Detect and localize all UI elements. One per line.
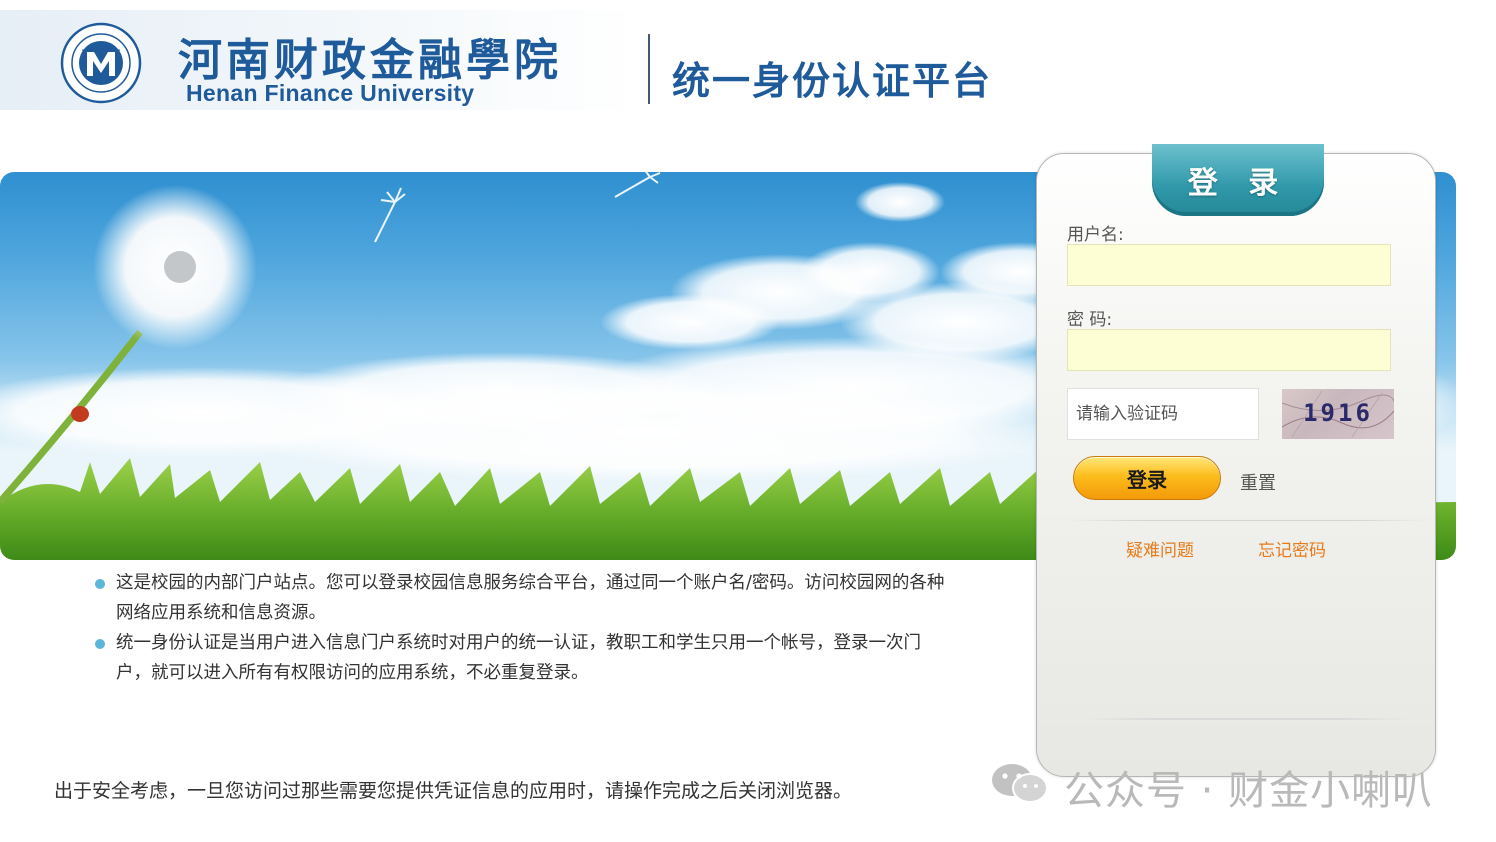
info-item: 这是校园的内部门户站点。您可以登录校园信息服务综合平台，通过同一个账户名/密码。… bbox=[90, 568, 950, 628]
captcha-input[interactable] bbox=[1067, 388, 1259, 440]
panel-divider bbox=[1068, 520, 1428, 521]
reset-link[interactable]: 重置 bbox=[1240, 469, 1276, 495]
school-name-cn: 河南财政金融學院 bbox=[178, 35, 562, 86]
school-logo-icon bbox=[60, 22, 142, 104]
info-item: 统一身份认证是当用户进入信息门户系统时对用户的统一认证，教职工和学生只用一个帐号… bbox=[90, 628, 950, 688]
username-label: 用户名: bbox=[1067, 225, 1124, 245]
forgot-password-link[interactable]: 忘记密码 bbox=[1258, 536, 1326, 561]
bullet-dot-icon bbox=[95, 639, 105, 649]
bullet-dot-icon bbox=[95, 579, 105, 589]
password-label: 密 码: bbox=[1067, 310, 1113, 330]
help-link[interactable]: 疑难问题 bbox=[1126, 536, 1194, 561]
watermark-text: 公众号 · 财金小喇叭 bbox=[1064, 768, 1434, 814]
header-divider bbox=[648, 34, 650, 104]
info-item-text: 统一身份认证是当用户进入信息门户系统时对用户的统一认证，教职工和学生只用一个帐号… bbox=[116, 633, 921, 683]
login-button[interactable]: 登录 bbox=[1073, 456, 1221, 500]
security-note: 出于安全考虑，一旦您访问过那些需要您提供凭证信息的应用时，请操作完成之后关闭浏览… bbox=[54, 780, 853, 802]
page-header: 河南财政金融學院 Henan Finance University 统一身份认证… bbox=[0, 0, 1496, 130]
info-list: 这是校园的内部门户站点。您可以登录校园信息服务综合平台，通过同一个账户名/密码。… bbox=[90, 568, 950, 688]
school-name-en: Henan Finance University bbox=[186, 80, 475, 106]
password-input[interactable] bbox=[1067, 329, 1391, 371]
login-panel-tab: 登 录 bbox=[1152, 144, 1324, 216]
watermark: 公众号 · 财金小喇叭 bbox=[990, 758, 1460, 814]
captcha-code: 1916 bbox=[1303, 399, 1373, 427]
ladybug bbox=[71, 406, 89, 422]
wechat-icon bbox=[992, 764, 1048, 803]
captcha-image[interactable]: 1916 bbox=[1282, 389, 1394, 439]
platform-title: 统一身份认证平台 bbox=[672, 58, 993, 103]
info-item-text: 这是校园的内部门户站点。您可以登录校园信息服务综合平台，通过同一个账户名/密码。… bbox=[116, 573, 945, 623]
username-input[interactable] bbox=[1067, 244, 1391, 286]
panel-divider-bottom bbox=[1086, 718, 1408, 720]
login-panel-title: 登 录 bbox=[1187, 166, 1289, 201]
